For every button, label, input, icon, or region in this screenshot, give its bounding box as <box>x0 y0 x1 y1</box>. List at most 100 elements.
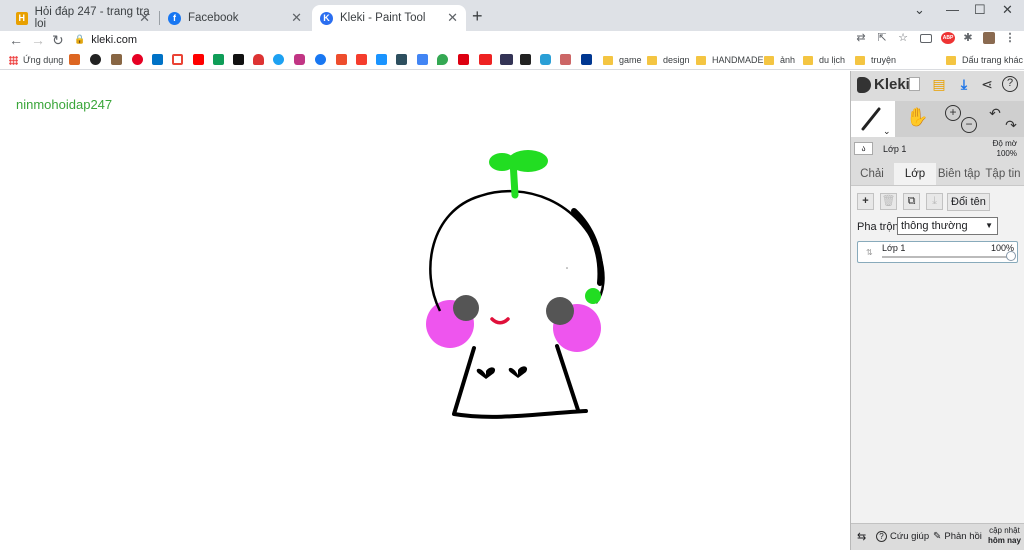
pinterest-icon[interactable] <box>132 54 143 65</box>
close-icon[interactable]: ✕ <box>291 10 302 26</box>
add-layer-button[interactable]: + <box>857 193 874 210</box>
share-icon[interactable]: ⋖ <box>979 76 995 92</box>
zoom-in-icon[interactable]: + <box>945 105 961 121</box>
menu-icon[interactable]: ⋮ <box>1004 32 1016 44</box>
playstation-icon[interactable] <box>581 54 592 65</box>
other-bookmarks[interactable]: Dấu trang khác <box>946 54 1023 66</box>
bookmark-icon[interactable] <box>500 54 513 65</box>
duplicate-layer-button[interactable]: ⧉ <box>903 193 920 210</box>
blend-mode-label: Pha trộn <box>857 221 899 233</box>
shopee-icon[interactable] <box>336 54 347 65</box>
translate-icon[interactable]: ⇄ <box>855 32 867 44</box>
help-button[interactable]: ? Cứu giúp <box>876 531 929 542</box>
bookmark-label: game <box>619 55 642 65</box>
opacity-slider-handle[interactable] <box>1006 251 1016 261</box>
tab-file[interactable]: Tập tin <box>982 163 1024 185</box>
feedback-button[interactable]: ✎ Phản hồi <box>933 531 982 542</box>
close-window-button[interactable]: ✕ <box>1002 2 1013 18</box>
new-tab-button[interactable]: + <box>472 6 483 27</box>
translate-icon[interactable] <box>417 54 428 65</box>
bookmark-icon[interactable] <box>540 54 551 65</box>
mario-icon[interactable] <box>69 54 80 65</box>
gmail-icon[interactable] <box>172 54 183 65</box>
apps-bookmark[interactable]: Ứng dụng <box>9 54 63 66</box>
new-image-icon[interactable] <box>909 77 920 91</box>
update-label: cập nhật <box>989 526 1020 535</box>
address-bar[interactable]: 🔒 kleki.com <box>72 31 842 48</box>
download-icon[interactable]: ⤓ <box>956 76 972 92</box>
bookmark-icon[interactable] <box>458 54 469 65</box>
drag-handle-icon[interactable]: ⇅ <box>866 248 873 257</box>
hand-tool-icon[interactable]: ✋ <box>906 108 928 126</box>
zoom-out-icon[interactable]: − <box>961 117 977 133</box>
youtube-icon[interactable] <box>193 54 204 65</box>
maps-icon[interactable] <box>437 54 448 65</box>
bookmark-label: design <box>663 55 690 65</box>
update-button[interactable]: cập nhật hôm nay <box>988 526 1021 546</box>
play-icon[interactable] <box>213 54 224 65</box>
panel-bottom-bar: ⇆ ? Cứu giúp ✎ Phản hồi cập nhật hôm nay <box>851 523 1024 550</box>
screencast-icon[interactable] <box>920 34 932 43</box>
bookmark-folder[interactable]: HANDMADE <box>696 54 764 66</box>
star-icon[interactable]: ☆ <box>897 32 909 44</box>
folder-icon <box>764 55 774 65</box>
kleki-logo-icon <box>857 76 871 93</box>
swap-icon[interactable]: ⇆ <box>857 530 866 543</box>
layer-card[interactable]: ⇅ Lớp 1 100% <box>857 241 1018 263</box>
tab-hoidap[interactable]: H Hỏi đáp 247 - trang tra loi ✕ <box>8 5 158 31</box>
bookmark-icon[interactable] <box>520 54 531 65</box>
bookmark-folder[interactable]: truyện <box>855 54 896 66</box>
open-folder-icon[interactable]: ▤ <box>931 76 947 92</box>
twitter-icon[interactable] <box>273 54 284 65</box>
chevron-down-icon[interactable]: ⌄ <box>914 2 925 18</box>
left-eye <box>453 295 479 321</box>
instagram-icon[interactable] <box>294 54 305 65</box>
right-eye <box>546 297 574 325</box>
opacity-slider[interactable] <box>882 256 1011 258</box>
folder-icon <box>855 55 865 65</box>
adblock-icon[interactable]: ABP <box>941 32 955 44</box>
facebook-icon[interactable] <box>315 54 326 65</box>
tab-facebook[interactable]: f Facebook ✕ <box>160 5 310 31</box>
undo-icon[interactable]: ↶ <box>987 105 1003 121</box>
tiktok-icon[interactable] <box>233 54 244 65</box>
close-icon[interactable]: ✕ <box>447 10 458 26</box>
merge-layer-button[interactable]: ⤓ <box>926 193 943 210</box>
minimize-button[interactable]: — <box>946 2 959 17</box>
extensions-icon[interactable]: ✱ <box>962 32 974 44</box>
tab-layer[interactable]: Lớp <box>894 163 936 185</box>
bookmark-icon[interactable] <box>396 54 407 65</box>
redo-icon[interactable]: ↷ <box>1003 117 1019 133</box>
avatar[interactable] <box>983 32 995 44</box>
bookmark-folder[interactable]: game <box>603 54 642 66</box>
tab-kleki[interactable]: K Kleki - Paint Tool ✕ <box>312 5 466 31</box>
back-icon[interactable]: ← <box>9 32 23 48</box>
brush-tool-button[interactable]: ⌄ <box>851 101 895 137</box>
tab-edit[interactable]: Biên tập <box>937 163 981 185</box>
bookmark-icon[interactable] <box>111 54 122 65</box>
help-icon[interactable]: ? <box>1002 76 1018 92</box>
tab-brush[interactable]: Chải <box>851 163 893 185</box>
maximize-button[interactable]: ☐ <box>974 2 986 18</box>
bookmark-folder[interactable]: design <box>647 54 690 66</box>
bookmark-icon[interactable] <box>479 54 492 65</box>
drawing-canvas[interactable]: ninmohoidap247 <box>0 71 850 550</box>
tiki-icon[interactable] <box>376 54 387 65</box>
update-label: hôm nay <box>988 536 1021 545</box>
bookmark-icon[interactable] <box>90 54 101 65</box>
facebook-favicon-icon: f <box>168 11 181 25</box>
blend-mode-select[interactable]: thông thường ▼ <box>897 217 998 235</box>
layer-thumbnail[interactable]: ა <box>854 142 873 155</box>
delete-layer-button[interactable]: 🗑 <box>880 193 897 210</box>
bookmark-icon[interactable] <box>253 54 264 65</box>
bookmark-folder[interactable]: ảnh <box>764 54 795 66</box>
bookmark-icon[interactable] <box>560 54 571 65</box>
shopee-icon[interactable] <box>356 54 367 65</box>
outlook-icon[interactable] <box>152 54 163 65</box>
reload-icon[interactable]: ↻ <box>52 32 64 49</box>
rename-layer-button[interactable]: Đổi tên <box>947 193 990 211</box>
share-icon[interactable]: ⇱ <box>876 32 888 44</box>
close-icon[interactable]: ✕ <box>139 10 150 26</box>
bookmark-folder[interactable]: du lịch <box>803 54 845 66</box>
forward-icon[interactable]: → <box>31 32 45 48</box>
